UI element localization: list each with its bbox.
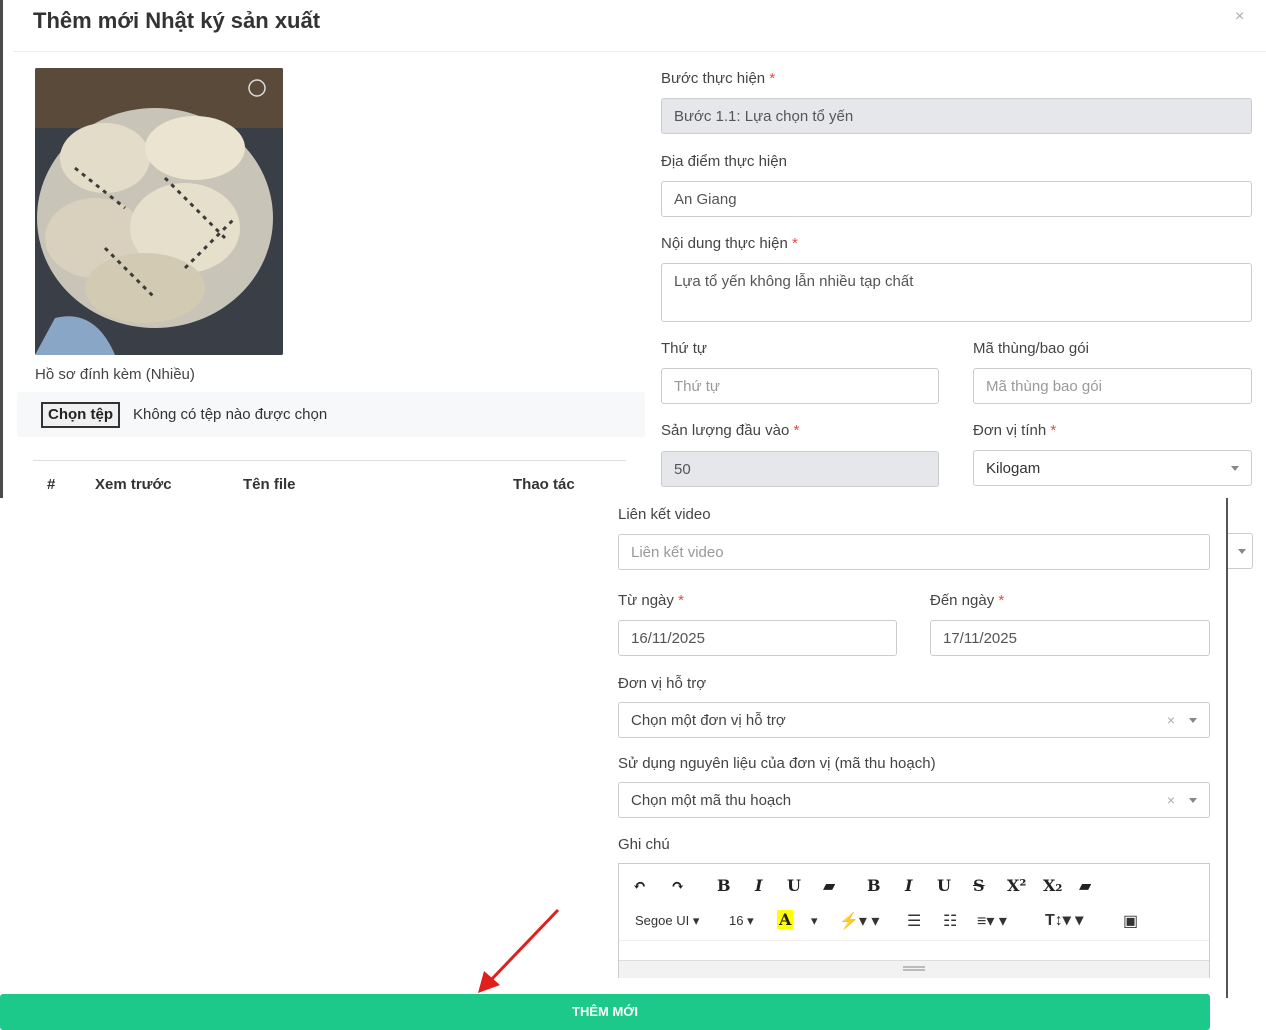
resize-handle-icon[interactable]: [903, 966, 925, 968]
line-height-icon[interactable]: T↕▾ ▾: [1045, 910, 1083, 930]
package-code-field[interactable]: Mã thùng bao gói: [973, 368, 1252, 404]
chevron-down-icon: [1238, 549, 1246, 554]
subscript-button[interactable]: X₂: [1043, 876, 1062, 895]
note-editor[interactable]: ↶ ↷ B I U ▰ B I U S X² X₂ ▰ Segoe UI ▾ 1…: [618, 863, 1210, 978]
undo-icon[interactable]: ↶: [633, 876, 646, 895]
modal-top: Thêm mới Nhật ký sản xuất × Hồ sơ đính k…: [0, 0, 1266, 498]
video-label: Liên kết video: [618, 506, 711, 523]
from-date-field[interactable]: 16/11/2025: [618, 620, 897, 656]
red-arrow-icon: [478, 908, 560, 993]
col-filename: Tên file: [243, 476, 296, 493]
input-qty-field: 50: [661, 451, 939, 487]
location-field[interactable]: An Giang: [661, 181, 1252, 217]
magic-wand-icon[interactable]: ⚡▾ ▾: [839, 911, 879, 931]
numbered-list-icon[interactable]: ☷: [943, 911, 957, 931]
order-label: Thứ tự: [661, 340, 707, 357]
step-field: Bước 1.1: Lựa chọn tổ yến: [661, 98, 1252, 134]
italic-button-2[interactable]: I: [905, 876, 912, 895]
material-label: Sử dụng nguyên liệu của đơn vị (mã thu h…: [618, 755, 936, 772]
chevron-down-icon: [1231, 466, 1239, 471]
choose-file-button[interactable]: Chọn tệp: [41, 402, 120, 428]
clear-icon[interactable]: ×: [1167, 712, 1175, 728]
font-size-dropdown[interactable]: 16 ▾: [729, 913, 754, 929]
color-dropdown-icon[interactable]: ▾: [811, 913, 818, 929]
material-select[interactable]: Chọn một mã thu hoạch ×: [618, 782, 1210, 818]
to-date-field[interactable]: 17/11/2025: [930, 620, 1210, 656]
underline-button-2[interactable]: U: [937, 876, 951, 895]
bold-button[interactable]: B: [717, 876, 731, 895]
table-divider: [33, 460, 626, 461]
editor-resize-bar[interactable]: [619, 960, 1209, 978]
underline-button[interactable]: U: [787, 876, 801, 895]
superscript-button[interactable]: X²: [1007, 876, 1026, 895]
unit-label: Đơn vị tính *: [973, 422, 1057, 439]
unit-select[interactable]: Kilogam: [973, 450, 1252, 486]
unit-select-ghost: [1228, 533, 1253, 569]
file-status: Không có tệp nào được chọn: [133, 406, 328, 423]
content-textarea[interactable]: Lựa tổ yến không lẫn nhiều tạp chất: [661, 263, 1252, 322]
note-label: Ghi chú: [618, 836, 670, 853]
bullet-list-icon[interactable]: ☰: [907, 911, 921, 931]
image-icon[interactable]: ▣: [1123, 911, 1138, 931]
support-unit-select[interactable]: Chọn một đơn vị hỗ trợ ×: [618, 702, 1210, 738]
modal-title: Thêm mới Nhật ký sản xuất: [33, 8, 321, 33]
input-qty-label: Sản lượng đầu vào *: [661, 422, 800, 439]
divider: [13, 51, 1266, 52]
col-preview: Xem trước: [95, 476, 172, 493]
col-index: #: [47, 476, 56, 493]
col-actions: Thao tác: [513, 476, 575, 493]
from-date-label: Từ ngày *: [618, 592, 684, 609]
to-date-label: Đến ngày *: [930, 592, 1005, 609]
font-family-dropdown[interactable]: Segoe UI ▾: [635, 913, 699, 929]
clear-icon[interactable]: ×: [1167, 792, 1175, 808]
attachments-label: Hồ sơ đính kèm (Nhiều): [35, 366, 195, 383]
font-color-icon[interactable]: A: [777, 910, 794, 929]
submit-button[interactable]: THÊM MỚI: [0, 994, 1210, 1030]
support-unit-label: Đơn vị hỗ trợ: [618, 675, 707, 692]
clear-format-icon[interactable]: ▰: [1079, 876, 1091, 895]
location-label: Địa điểm thực hiện: [661, 153, 787, 170]
bird-nest-photo: [35, 68, 283, 355]
order-field[interactable]: Thứ tự: [661, 368, 939, 404]
chevron-down-icon: [1189, 798, 1197, 803]
video-field[interactable]: Liên kết video: [618, 534, 1210, 570]
step-label: Bước thực hiện *: [661, 70, 776, 87]
editor-divider: [619, 940, 1209, 941]
package-code-label: Mã thùng/bao gói: [973, 340, 1089, 357]
redo-icon[interactable]: ↷: [671, 876, 684, 895]
close-icon[interactable]: ×: [1235, 8, 1244, 26]
bold-button-2[interactable]: B: [867, 876, 881, 895]
strikethrough-button[interactable]: S: [973, 876, 985, 895]
chevron-down-icon: [1189, 718, 1197, 723]
content-label: Nội dung thực hiện *: [661, 235, 798, 252]
italic-button[interactable]: I: [755, 876, 762, 895]
eraser-icon[interactable]: ▰: [823, 876, 835, 895]
align-dropdown-icon[interactable]: ≡▾ ▾: [977, 911, 1007, 931]
file-input: Chọn tệp Không có tệp nào được chọn: [17, 392, 645, 437]
